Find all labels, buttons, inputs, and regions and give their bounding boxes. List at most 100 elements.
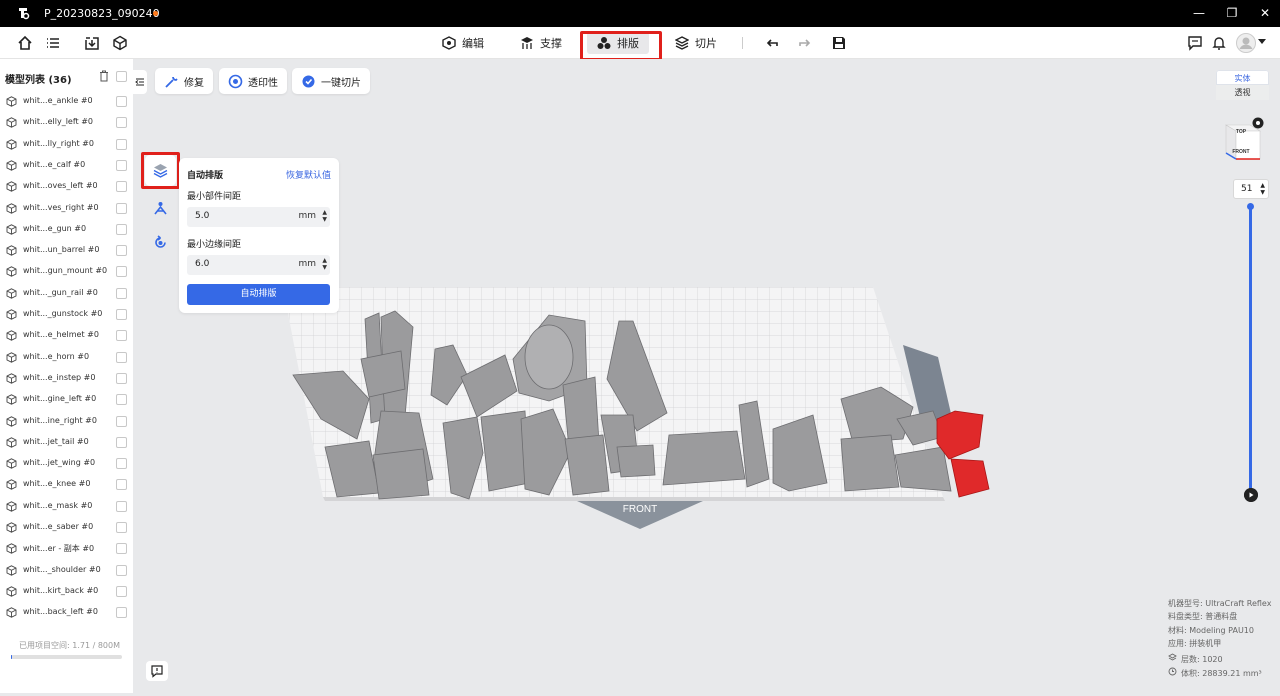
message-icon[interactable] — [1187, 35, 1203, 51]
tab-edit[interactable]: 编辑 — [442, 32, 484, 54]
model-checkbox[interactable] — [116, 394, 127, 405]
list-item[interactable]: whit...e_instep #0 — [0, 368, 133, 389]
save-icon[interactable] — [831, 35, 847, 51]
menu-list-icon[interactable] — [45, 35, 61, 51]
tab-edit-label: 编辑 — [462, 35, 484, 51]
navigation-cube[interactable]: TOP FRONT — [1220, 117, 1266, 165]
layers-icon — [1168, 653, 1177, 662]
list-item[interactable]: whit...e_saber #0 — [0, 517, 133, 538]
solid-view-button[interactable]: 实体 — [1216, 70, 1269, 85]
model-checkbox[interactable] — [116, 245, 127, 256]
chevron-down-icon[interactable] — [1258, 39, 1266, 45]
tab-support[interactable]: 支撑 — [520, 32, 562, 54]
list-item[interactable]: whit...e_ankle #0 — [0, 91, 133, 112]
tab-slice[interactable]: 切片 — [675, 32, 717, 54]
layer-slider-handle[interactable] — [1247, 203, 1254, 210]
model-checkbox[interactable] — [116, 96, 127, 107]
stepper-icon[interactable]: ▲▼ — [1260, 182, 1265, 196]
model-checkbox[interactable] — [116, 330, 127, 341]
list-item[interactable]: whit...back_left #0 — [0, 602, 133, 623]
model-checkbox[interactable] — [116, 352, 127, 363]
redo-icon[interactable] — [797, 35, 813, 51]
list-item[interactable]: whit...e_gun #0 — [0, 219, 133, 240]
list-item[interactable]: whit...lly_right #0 — [0, 134, 133, 155]
list-item[interactable]: whit...gun_mount #0 — [0, 261, 133, 282]
auto-layout-button[interactable]: 自动排版 — [187, 284, 330, 305]
list-item[interactable]: whit...ves_right #0 — [0, 198, 133, 219]
model-checkbox[interactable] — [116, 203, 127, 214]
cube-front-label: FRONT — [1232, 149, 1249, 155]
model-cube-icon — [6, 330, 17, 341]
rotate-tool[interactable] — [145, 227, 176, 258]
notification-bell-icon[interactable] — [1211, 35, 1227, 51]
arrange-tool[interactable] — [145, 193, 176, 224]
undo-icon[interactable] — [764, 35, 780, 51]
model-checkbox[interactable] — [116, 416, 127, 427]
list-item[interactable]: whit...e_mask #0 — [0, 496, 133, 517]
model-checkbox[interactable] — [116, 373, 127, 384]
model-checkbox[interactable] — [116, 501, 127, 512]
feedback-button[interactable] — [146, 661, 168, 681]
perspective-view-button[interactable]: 透视 — [1216, 85, 1269, 100]
model-checkbox[interactable] — [116, 565, 127, 576]
arrange-icon — [153, 201, 168, 216]
min-part-gap-field[interactable]: 5.0 mm ▲▼ — [187, 207, 330, 227]
model-checkbox[interactable] — [116, 288, 127, 299]
model-checkbox[interactable] — [116, 458, 127, 469]
list-item[interactable]: whit...kirt_back #0 — [0, 581, 133, 602]
list-item[interactable]: whit..._gun_rail #0 — [0, 283, 133, 304]
reset-default-link[interactable]: 恢复默认值 — [286, 168, 331, 181]
model-checkbox[interactable] — [116, 437, 127, 448]
edit-mode-icon — [442, 36, 456, 50]
list-item[interactable]: whit...un_barrel #0 — [0, 240, 133, 261]
avatar[interactable] — [1236, 33, 1256, 53]
layer-slider-track[interactable] — [1249, 206, 1252, 494]
close-button[interactable]: ✕ — [1256, 5, 1274, 21]
model-checkbox[interactable] — [116, 479, 127, 490]
list-item[interactable]: whit...jet_wing #0 — [0, 453, 133, 474]
list-item[interactable]: whit...jet_tail #0 — [0, 432, 133, 453]
maximize-button[interactable]: ❐ — [1223, 5, 1241, 21]
layer-spinner[interactable]: 51 ▲▼ — [1233, 179, 1269, 199]
list-item[interactable]: whit..._shoulder #0 — [0, 560, 133, 581]
model-checkbox[interactable] — [116, 309, 127, 320]
stepper-icon[interactable]: ▲▼ — [322, 257, 327, 271]
list-item[interactable]: whit...er - 副本 #0 — [0, 538, 133, 559]
trash-icon[interactable] — [99, 70, 109, 82]
list-item[interactable]: whit...elly_left #0 — [0, 112, 133, 133]
select-all-checkbox[interactable] — [116, 71, 127, 82]
add-model-icon[interactable] — [112, 35, 128, 51]
model-checkbox[interactable] — [116, 181, 127, 192]
model-list-sidebar: 模型列表 (36) whit...e_ankle #0whit...elly_l… — [0, 59, 133, 693]
model-checkbox[interactable] — [116, 543, 127, 554]
list-item[interactable]: whit...oves_left #0 — [0, 176, 133, 197]
model-name: whit..._gunstock #0 — [23, 309, 102, 318]
list-item[interactable]: whit...e_horn #0 — [0, 347, 133, 368]
list-item[interactable]: whit...ine_right #0 — [0, 411, 133, 432]
play-icon[interactable] — [1244, 488, 1258, 502]
model-checkbox[interactable] — [116, 139, 127, 150]
min-edge-gap-field[interactable]: 6.0 mm ▲▼ — [187, 255, 330, 275]
model-checkbox[interactable] — [116, 522, 127, 533]
model-checkbox[interactable] — [116, 117, 127, 128]
model-checkbox[interactable] — [116, 607, 127, 618]
stepper-icon[interactable]: ▲▼ — [322, 209, 327, 223]
list-item[interactable]: whit...gine_left #0 — [0, 389, 133, 410]
import-icon[interactable] — [84, 35, 100, 51]
model-checkbox[interactable] — [116, 160, 127, 171]
list-item[interactable]: whit...e_calf #0 — [0, 155, 133, 176]
transparency-button[interactable]: 透印性 — [219, 68, 287, 94]
one-click-slice-button[interactable]: 一键切片 — [292, 68, 370, 94]
model-checkbox[interactable] — [116, 586, 127, 597]
3d-viewport[interactable]: FRONT — [133, 59, 1280, 693]
sidebar-collapse-button[interactable] — [133, 70, 147, 94]
list-item[interactable]: whit...e_knee #0 — [0, 474, 133, 495]
model-name: whit...e_instep #0 — [23, 373, 95, 382]
repair-button[interactable]: 修复 — [155, 68, 213, 94]
home-icon[interactable] — [17, 35, 33, 51]
minimize-button[interactable]: — — [1190, 5, 1208, 21]
list-item[interactable]: whit..._gunstock #0 — [0, 304, 133, 325]
model-checkbox[interactable] — [116, 224, 127, 235]
list-item[interactable]: whit...e_helmet #0 — [0, 325, 133, 346]
model-checkbox[interactable] — [116, 266, 127, 277]
